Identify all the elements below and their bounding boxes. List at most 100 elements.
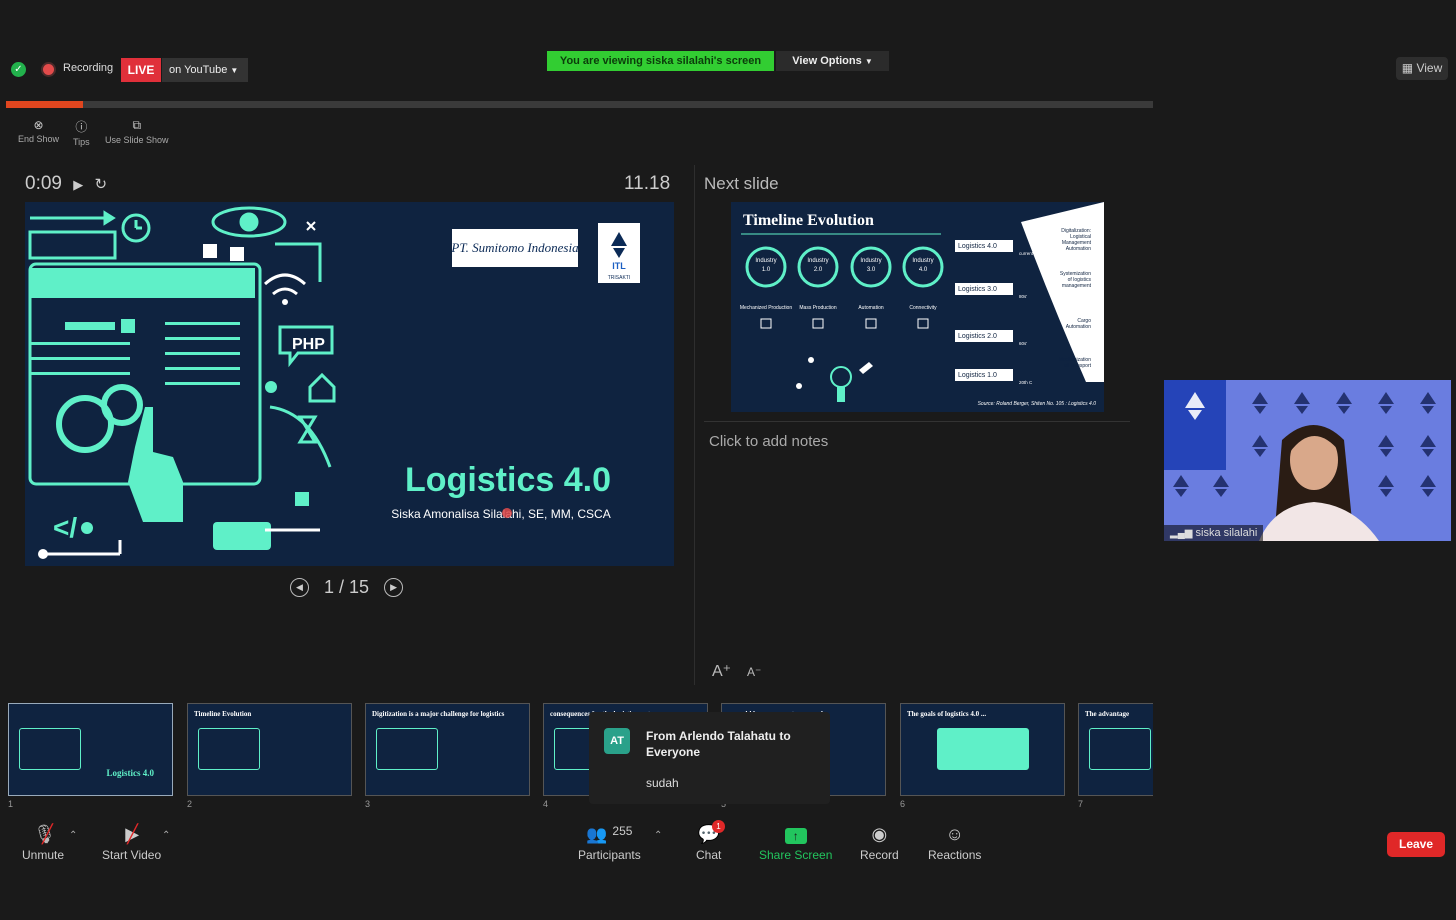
info-icon: ⓘ: [75, 120, 88, 134]
record-label: Record: [860, 848, 899, 862]
industry-label: Industry: [860, 258, 881, 264]
itl-logo-text: ITL: [612, 261, 626, 271]
grid-icon: ▦: [1401, 61, 1414, 75]
industry-label: 2.0: [814, 267, 823, 273]
decrease-font-button[interactable]: A⁻: [747, 665, 761, 679]
speaker-notes-field[interactable]: Click to add notes: [709, 433, 828, 450]
logistics-label: Logistics 4.0: [958, 243, 997, 250]
participants-chevron-icon[interactable]: ⌃: [654, 830, 662, 841]
record-icon: ◉: [871, 824, 888, 844]
industry-label: Industry: [807, 258, 828, 264]
chat-message: sudah: [646, 776, 679, 790]
thumbnail-number: 7: [1078, 799, 1084, 809]
logistics-label: Logistics 2.0: [958, 333, 997, 340]
increase-font-button[interactable]: A⁺: [712, 663, 731, 680]
next-slide-preview[interactable]: Timeline Evolution Industry 1.0 Mechanized…: [731, 202, 1104, 412]
slideshow-progress-bar: [6, 101, 1153, 108]
signal-icon: ▂▄▆: [1170, 528, 1193, 539]
chat-unread-badge: 1: [712, 820, 725, 833]
microphone-muted-icon: 🎙╱: [33, 824, 57, 844]
chat-notification-popup[interactable]: AT From Arlendo Talahatu to Everyone sud…: [589, 712, 830, 804]
unmute-label: Unmute: [22, 848, 65, 862]
close-circle-icon: ⊗: [33, 118, 44, 132]
use-slide-show-button[interactable]: ⧉ Use Slide Show: [105, 118, 169, 145]
record-button[interactable]: ◉ Record: [860, 824, 899, 862]
live-target-dropdown[interactable]: on YouTube ▼: [162, 58, 248, 82]
participant-name: siska silalahi: [1195, 527, 1258, 539]
share-screen-button[interactable]: ↑ Share Screen: [759, 824, 832, 862]
participant-video-tile[interactable]: ▂▄▆ siska silalahi: [1164, 380, 1451, 541]
tips-button[interactable]: ⓘ Tips: [73, 118, 90, 147]
industry-label: 3.0: [867, 267, 876, 273]
view-layout-button[interactable]: ▦ View: [1396, 57, 1448, 80]
industry-label: 4.0: [919, 267, 928, 273]
thumbnail-graphic: [937, 728, 1029, 770]
pane-divider[interactable]: [694, 165, 695, 685]
reset-timer-icon[interactable]: ↻: [95, 176, 108, 193]
end-show-label: End Show: [18, 134, 60, 144]
participants-button[interactable]: 👥 255 Participants: [578, 824, 641, 862]
thumbnail-number: 4: [543, 799, 549, 809]
monitor-icon: ⧉: [132, 118, 142, 132]
thumbnail-graphic: [19, 728, 81, 770]
participants-icon: 👥 255: [586, 824, 633, 844]
reactions-icon: ☺: [945, 824, 964, 844]
avatar: AT: [604, 728, 630, 754]
slide-navigation: ◀ 1 / 15 ▶: [290, 576, 420, 598]
logistics-label: Logistics 1.0: [958, 372, 997, 379]
industry-label: 1.0: [762, 267, 771, 273]
unmute-button[interactable]: 🎙╱ Unmute: [22, 824, 64, 862]
thumbnail-number: 1: [8, 799, 14, 809]
logistics-era: 20th C: [1019, 380, 1033, 385]
video-options-chevron-icon[interactable]: ⌃: [162, 830, 170, 841]
security-shield-icon[interactable]: ✓: [11, 62, 26, 77]
logistics-description: Digitalization: Logistical Management Autom…: [1061, 228, 1091, 252]
previous-slide-icon[interactable]: ◀: [290, 577, 309, 597]
logistics-description: Mechanization of Transport: [1059, 357, 1092, 369]
thumbnail-caption: The goals of logistics 4.0 ...: [907, 710, 987, 718]
live-badge[interactable]: LIVE: [121, 58, 161, 82]
slide-thumbnail[interactable]: The advantage: [1078, 703, 1153, 796]
slideshow-progress-fill: [6, 101, 83, 108]
slide-thumbnail[interactable]: Timeline Evolution: [187, 703, 352, 796]
recording-label[interactable]: Recording: [63, 62, 113, 74]
industry-caption: Mechanized Production: [740, 305, 792, 311]
chevron-down-icon: ▼: [864, 57, 873, 66]
trisakti-logo-text: TRISAKTI: [608, 275, 631, 281]
next-slide-icon[interactable]: ▶: [384, 577, 404, 597]
audio-options-chevron-icon[interactable]: ⌃: [69, 830, 77, 841]
participant-count: 255: [612, 824, 633, 838]
logistics-era: 80s': [1019, 294, 1027, 299]
chat-sender: From Arlendo Talahatu to Everyone: [646, 729, 791, 759]
view-button-label: View: [1416, 61, 1443, 75]
next-slide-title: Timeline Evolution: [743, 212, 874, 229]
thumbnail-graphic: [198, 728, 260, 770]
leave-button[interactable]: Leave: [1387, 832, 1445, 857]
reactions-button[interactable]: ☺ Reactions: [928, 824, 981, 862]
industry-caption: Automation: [858, 305, 884, 311]
end-show-button[interactable]: ⊗ End Show: [18, 118, 59, 144]
next-slide-artwork: Timeline Evolution Industry 1.0 Mechanized…: [731, 202, 1104, 412]
slide-title: Logistics 4.0: [405, 461, 611, 499]
slide-counter: 1 / 15: [324, 576, 370, 597]
thumbnail-caption: Timeline Evolution: [194, 710, 252, 718]
view-options-button[interactable]: View Options ▼: [776, 51, 889, 71]
notes-font-controls: A⁺ A⁻: [712, 661, 761, 681]
share-screen-icon: ↑: [759, 824, 832, 848]
thumbnail-number: 3: [365, 799, 371, 809]
start-video-button[interactable]: ▶╱ Start Video: [102, 824, 161, 862]
next-slide-label: Next slide: [704, 174, 779, 193]
chat-button[interactable]: 💬 1 Chat: [696, 820, 725, 862]
slide-thumbnail[interactable]: The goals of logistics 4.0 ...: [900, 703, 1065, 796]
current-slide[interactable]: </ PHP PT. Sumitomo Indonesia ITL TRISAK…: [25, 202, 674, 566]
play-icon[interactable]: ▶: [73, 177, 83, 192]
current-time: 11.18: [624, 173, 671, 194]
notes-separator: [704, 421, 1130, 422]
tips-label: Tips: [73, 137, 90, 147]
slide-thumbnail[interactable]: Logistics 4.0: [8, 703, 173, 796]
camera-off-icon: ▶╱: [125, 824, 140, 844]
industry-label: Industry: [912, 258, 933, 264]
industry-label: Industry: [755, 258, 776, 264]
logistics-label: Logistics 3.0: [958, 286, 997, 293]
slide-thumbnail[interactable]: Digitization is a major challenge for lo…: [365, 703, 530, 796]
